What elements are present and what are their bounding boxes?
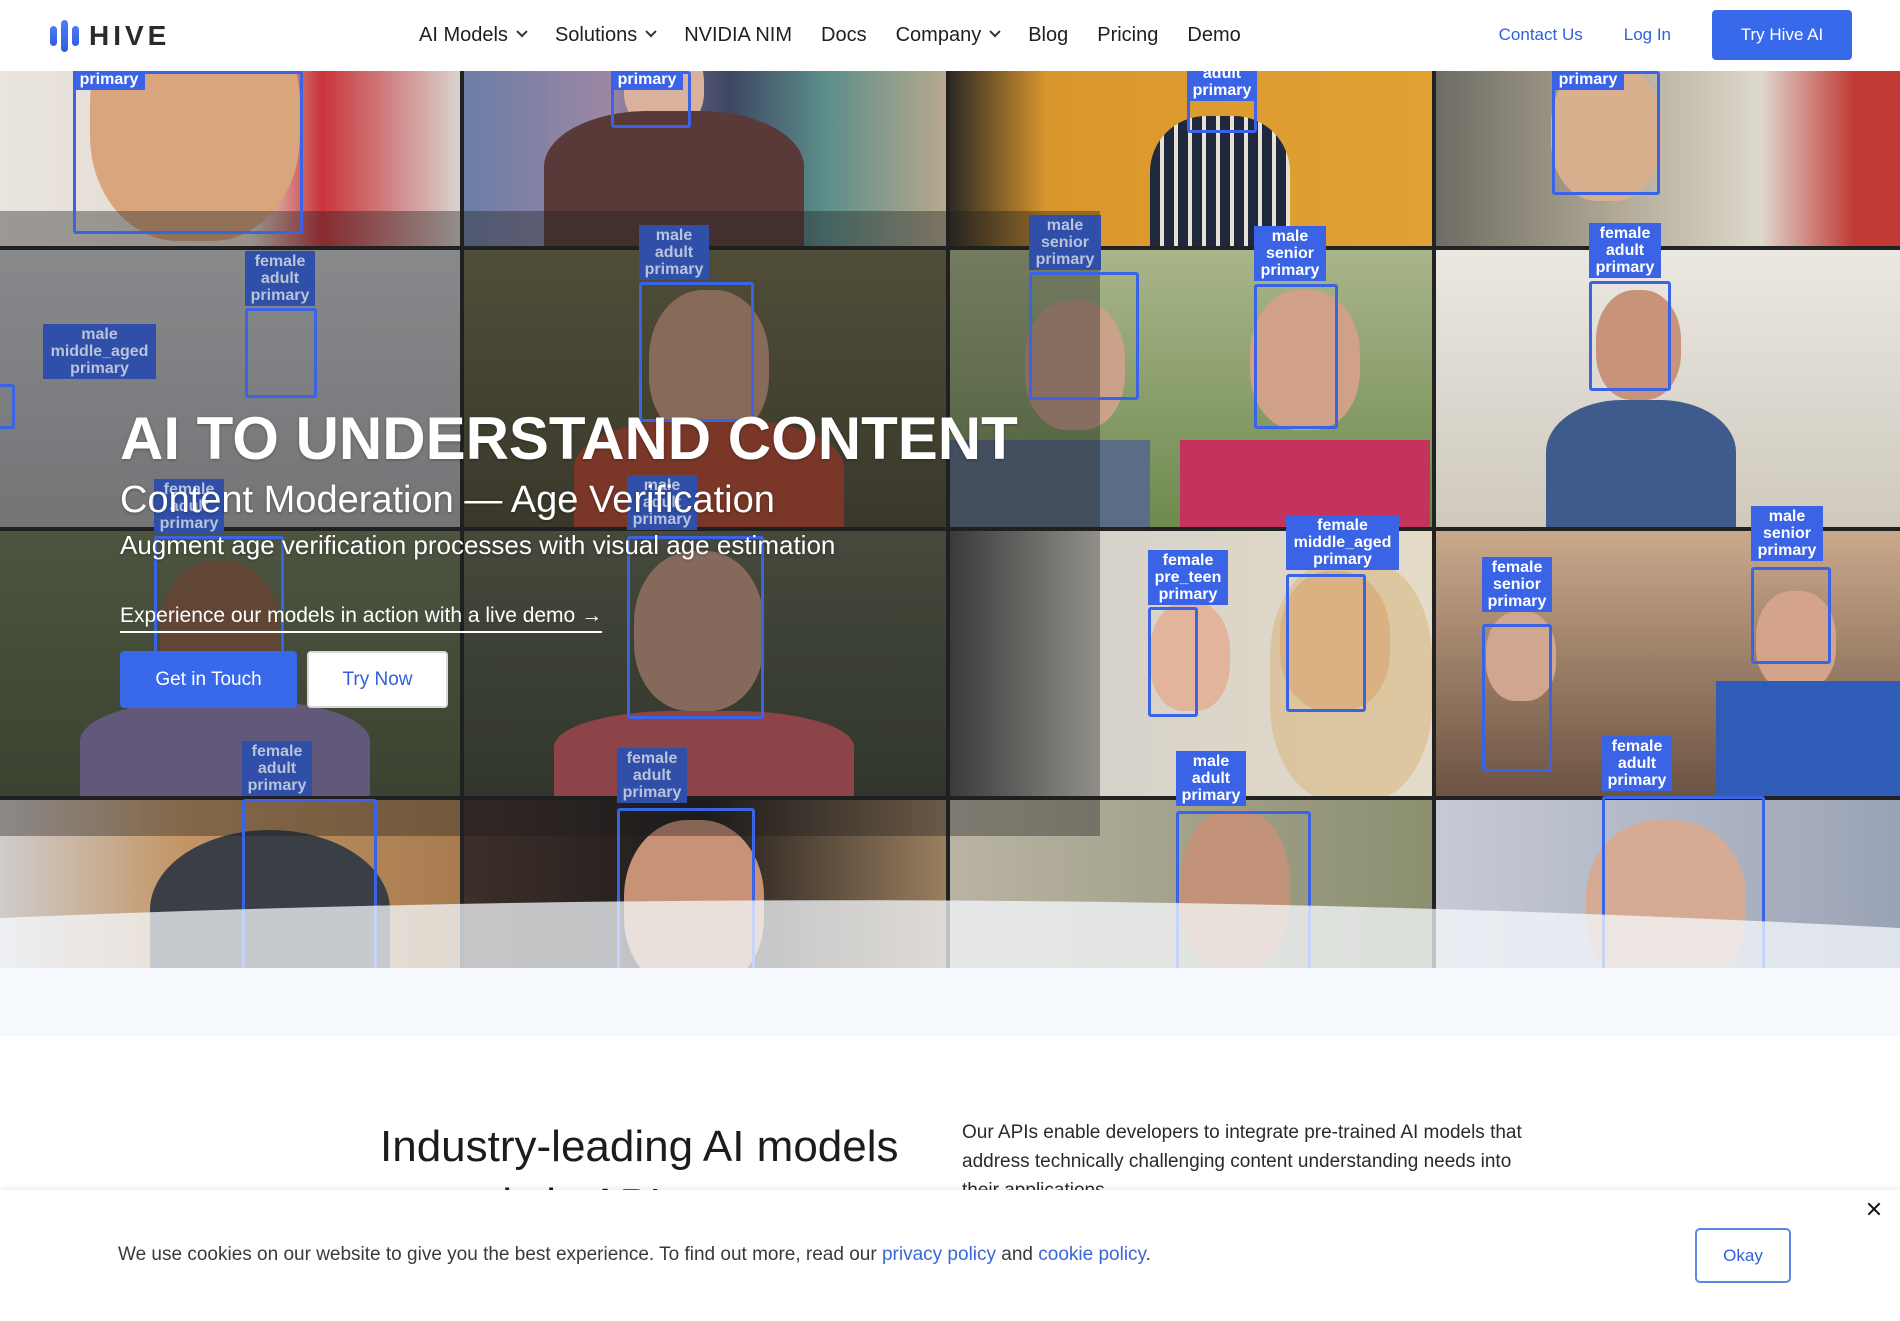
chevron-down-icon [645, 25, 657, 37]
okay-button[interactable]: Okay [1695, 1228, 1791, 1283]
close-icon[interactable] [1862, 1198, 1886, 1222]
nav-solutions[interactable]: Solutions [554, 24, 657, 47]
detection-label: female adult primary [242, 741, 312, 796]
main-menu: AI Models Solutions NVIDIA NIM Docs Comp… [419, 0, 1270, 71]
detection-label: male adult primary [639, 225, 709, 280]
top-navigation: HIVE AI Models Solutions NVIDIA NIM Docs… [0, 0, 1900, 71]
detection-label: adult primary [1187, 71, 1257, 101]
detection-box [0, 384, 15, 429]
hero-title: AI TO UNDERSTAND CONTENT [120, 405, 1018, 472]
cookie-text-mid: and [996, 1244, 1039, 1265]
detection-label: male senior primary [1751, 506, 1823, 561]
nav-demo[interactable]: Demo [1187, 24, 1240, 47]
privacy-policy-link[interactable]: privacy policy [882, 1244, 996, 1265]
detection-label: male middle_aged primary [43, 324, 156, 379]
chevron-down-icon [989, 25, 1001, 37]
hero-buttons: Get in Touch Try Now [120, 651, 1018, 708]
hive-logo-text: HIVE [89, 20, 171, 51]
log-in-link[interactable]: Log In [1624, 25, 1671, 45]
hive-logo-icon [50, 20, 79, 52]
nav-pricing[interactable]: Pricing [1097, 24, 1158, 47]
shirt-image [1546, 400, 1736, 527]
shirt-image [1716, 681, 1900, 796]
detection-label: male senior primary [1254, 226, 1326, 281]
hero-subtitle: Content Moderation — Age Verification [120, 479, 775, 521]
detection-label: primary [73, 71, 145, 90]
detection-box [73, 71, 303, 234]
detection-label: female adult primary [617, 748, 687, 803]
nav-ai-models-label: AI Models [419, 24, 508, 46]
chevron-down-icon [516, 25, 528, 37]
get-in-touch-button[interactable]: Get in Touch [120, 651, 297, 708]
detection-label: female middle_aged primary [1286, 515, 1399, 570]
try-hive-ai-button[interactable]: Try Hive AI [1712, 10, 1852, 60]
nav-blog[interactable]: Blog [1028, 24, 1068, 47]
detection-box [1286, 574, 1366, 712]
cookie-text-before: We use cookies on our website to give yo… [118, 1244, 882, 1265]
nav-solutions-label: Solutions [554, 24, 638, 46]
nav-ai-models[interactable]: AI Models [419, 24, 528, 47]
shirt-image [1180, 440, 1430, 527]
hero-wave-divider [0, 900, 1900, 968]
detection-label: female adult primary [1602, 736, 1672, 791]
hero-section: primary primary adult primary primary fe… [0, 71, 1900, 968]
detection-box [245, 308, 317, 398]
detection-label: primary [611, 71, 683, 90]
detection-label: female pre_teen primary [1148, 550, 1228, 605]
detection-label: female adult primary [245, 251, 315, 306]
hive-logo[interactable]: HIVE [50, 20, 170, 52]
detection-box [1482, 624, 1552, 772]
nav-actions: Contact Us Log In Try Hive AI [1499, 10, 1852, 60]
nav-nvidia-nim[interactable]: NVIDIA NIM [684, 24, 792, 47]
detection-box [1751, 567, 1831, 664]
detection-label: male adult primary [1176, 751, 1246, 806]
detection-label: female senior primary [1482, 557, 1552, 612]
detection-box [639, 282, 754, 422]
detection-box [1029, 272, 1139, 400]
live-demo-link[interactable]: Experience our models in action with a l… [120, 604, 603, 633]
contact-us-link[interactable]: Contact Us [1499, 25, 1583, 45]
detection-box [1589, 281, 1671, 391]
hero-content: AI TO UNDERSTAND CONTENT Content Moderat… [120, 404, 1018, 708]
detection-box [1254, 284, 1338, 429]
cookie-message: We use cookies on our website to give yo… [118, 1244, 1151, 1266]
section-divider-band [0, 968, 1900, 1036]
nav-docs[interactable]: Docs [821, 24, 867, 47]
hero-description: Augment age verification processes with … [120, 530, 836, 560]
try-now-button[interactable]: Try Now [307, 651, 448, 708]
nav-company-label: Company [895, 24, 982, 46]
nav-company[interactable]: Company [895, 24, 1001, 47]
cookie-policy-link[interactable]: cookie policy [1038, 1244, 1145, 1265]
detection-label: primary [1552, 71, 1624, 90]
cookie-banner: We use cookies on our website to give yo… [0, 1190, 1900, 1321]
detection-box [1148, 607, 1198, 717]
photo-tile [1436, 71, 1900, 246]
detection-label: male senior primary [1029, 215, 1101, 270]
detection-label: female adult primary [1589, 223, 1661, 278]
cookie-text-after: . [1145, 1244, 1151, 1265]
